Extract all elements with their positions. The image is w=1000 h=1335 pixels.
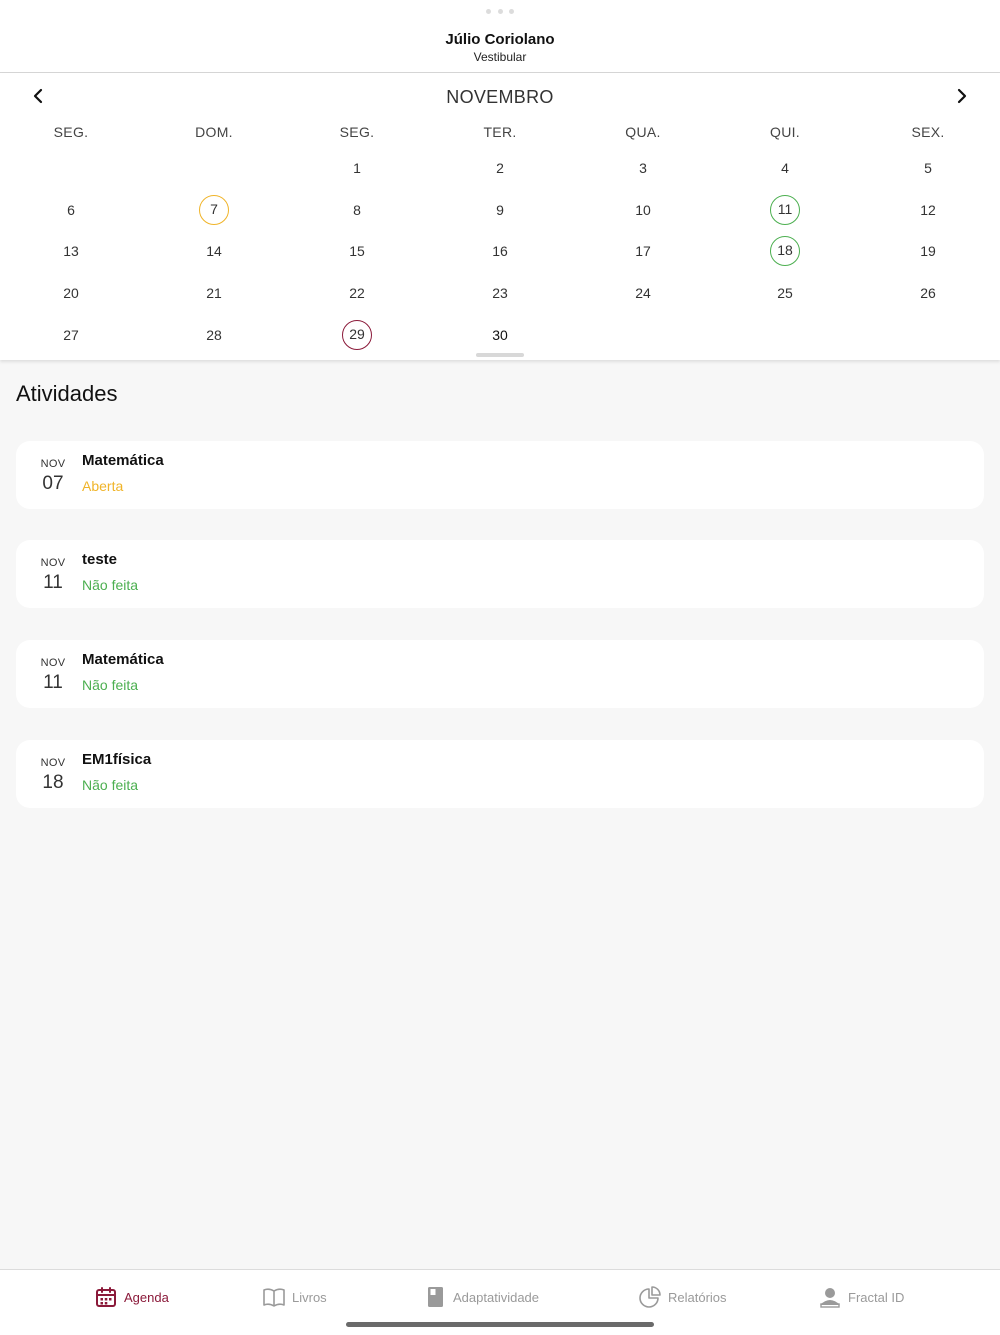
tab-fractal-id[interactable]: Fractal ID bbox=[818, 1284, 904, 1310]
user-course: Vestibular bbox=[473, 50, 527, 64]
calendar-day[interactable]: 27 bbox=[56, 320, 86, 350]
calendar-day[interactable]: 15 bbox=[342, 236, 372, 266]
activity-title: teste bbox=[82, 551, 118, 568]
calendar-icon bbox=[96, 1287, 116, 1307]
next-month-button[interactable] bbox=[950, 85, 974, 107]
calendar-day[interactable]: 3 bbox=[628, 153, 658, 183]
activity-month: NOV bbox=[40, 458, 66, 470]
weekday-label: SEG. bbox=[339, 124, 375, 140]
tab-relatorios[interactable]: Relatórios bbox=[638, 1284, 727, 1310]
home-indicator bbox=[346, 1322, 654, 1327]
user-icon bbox=[820, 1288, 840, 1308]
calendar-day[interactable]: 5 bbox=[913, 153, 943, 183]
calendar-day[interactable]: 10 bbox=[628, 195, 658, 225]
activity-card[interactable]: NOV 11 teste Não feita bbox=[16, 540, 984, 608]
tab-label: Agenda bbox=[124, 1289, 169, 1305]
weekday-label: QUI. bbox=[770, 124, 800, 140]
activity-month: NOV bbox=[40, 557, 66, 569]
calendar-day[interactable]: 1 bbox=[342, 153, 372, 183]
tab-bar: Agenda Livros Adaptatividade Relatórios … bbox=[0, 1269, 1000, 1335]
activity-month: NOV bbox=[40, 657, 66, 669]
calendar-day[interactable]: 20 bbox=[56, 278, 86, 308]
calendar-day[interactable]: 21 bbox=[199, 278, 229, 308]
calendar-day[interactable]: 6 bbox=[56, 195, 86, 225]
tab-livros[interactable]: Livros bbox=[262, 1284, 327, 1310]
calendar-day-activity-due[interactable]: 29 bbox=[342, 320, 372, 350]
weekday-label: TER. bbox=[483, 124, 517, 140]
calendar-day-today[interactable]: 30 bbox=[485, 320, 515, 350]
calendar-day[interactable]: 8 bbox=[342, 195, 372, 225]
calendar-day-activity-pending[interactable]: 11 bbox=[770, 195, 800, 225]
calendar-day[interactable]: 23 bbox=[485, 278, 515, 308]
tab-adaptatividade[interactable]: Adaptatividade bbox=[423, 1284, 539, 1310]
calendar-day[interactable]: 2 bbox=[485, 153, 515, 183]
calendar-day[interactable]: 12 bbox=[913, 195, 943, 225]
calendar-day[interactable]: 9 bbox=[485, 195, 515, 225]
calendar-day[interactable]: 13 bbox=[56, 236, 86, 266]
calendar-day[interactable]: 22 bbox=[342, 278, 372, 308]
calendar-day[interactable]: 19 bbox=[913, 236, 943, 266]
header: Júlio Coriolano Vestibular bbox=[0, 0, 1000, 73]
calendar-day[interactable]: 28 bbox=[199, 320, 229, 350]
calendar-day[interactable]: 24 bbox=[628, 278, 658, 308]
chevron-right-icon bbox=[957, 88, 967, 104]
calendar-day[interactable]: 26 bbox=[913, 278, 943, 308]
activity-status: Aberta bbox=[82, 478, 124, 494]
calendar-day[interactable]: 17 bbox=[628, 236, 658, 266]
activity-day: 07 bbox=[42, 473, 64, 494]
weekday-label: QUA. bbox=[625, 124, 661, 140]
activity-day: 11 bbox=[43, 672, 63, 693]
book-icon bbox=[263, 1288, 285, 1307]
activity-card[interactable]: NOV 11 Matemática Não feita bbox=[16, 640, 984, 708]
calendar-day-activity-open[interactable]: 7 bbox=[199, 195, 229, 225]
pie-chart-icon bbox=[639, 1286, 661, 1308]
activity-title: EM1física bbox=[82, 751, 152, 768]
activity-card[interactable]: NOV 18 EM1física Não feita bbox=[16, 740, 984, 808]
weekday-label: SEX. bbox=[911, 124, 945, 140]
calendar-day[interactable]: 25 bbox=[770, 278, 800, 308]
activity-day: 18 bbox=[42, 772, 64, 793]
tab-label: Livros bbox=[292, 1289, 327, 1305]
weekday-label: DOM. bbox=[195, 124, 233, 140]
activity-card[interactable]: NOV 07 Matemática Aberta bbox=[16, 441, 984, 509]
tab-agenda[interactable]: Agenda bbox=[94, 1284, 169, 1310]
activity-title: Matemática bbox=[82, 651, 164, 668]
activity-status: Não feita bbox=[82, 777, 139, 793]
tab-label: Adaptatividade bbox=[453, 1289, 540, 1305]
month-title: NOVEMBRO bbox=[446, 87, 554, 107]
calendar: NOVEMBRO SEG. DOM. SEG. TER. QUA. QUI. S… bbox=[0, 73, 1000, 360]
calendar-day[interactable]: 4 bbox=[770, 153, 800, 183]
calendar-day[interactable]: 14 bbox=[199, 236, 229, 266]
activity-month: NOV bbox=[40, 757, 66, 769]
multitask-dots[interactable] bbox=[486, 9, 514, 15]
calendar-day-activity-pending[interactable]: 18 bbox=[770, 236, 800, 266]
activity-title: Matemática bbox=[82, 452, 164, 469]
activity-day: 11 bbox=[43, 572, 63, 593]
notebook-icon bbox=[428, 1287, 443, 1307]
tab-label: Fractal ID bbox=[848, 1289, 905, 1305]
calendar-drag-handle[interactable] bbox=[476, 353, 524, 357]
activity-status: Não feita bbox=[82, 677, 139, 693]
weekday-label: SEG. bbox=[53, 124, 89, 140]
user-name: Júlio Coriolano bbox=[445, 31, 555, 48]
activity-status: Não feita bbox=[82, 577, 139, 593]
activities-title: Atividades bbox=[16, 381, 118, 406]
calendar-day[interactable]: 16 bbox=[485, 236, 515, 266]
tab-label: Relatórios bbox=[668, 1289, 727, 1305]
